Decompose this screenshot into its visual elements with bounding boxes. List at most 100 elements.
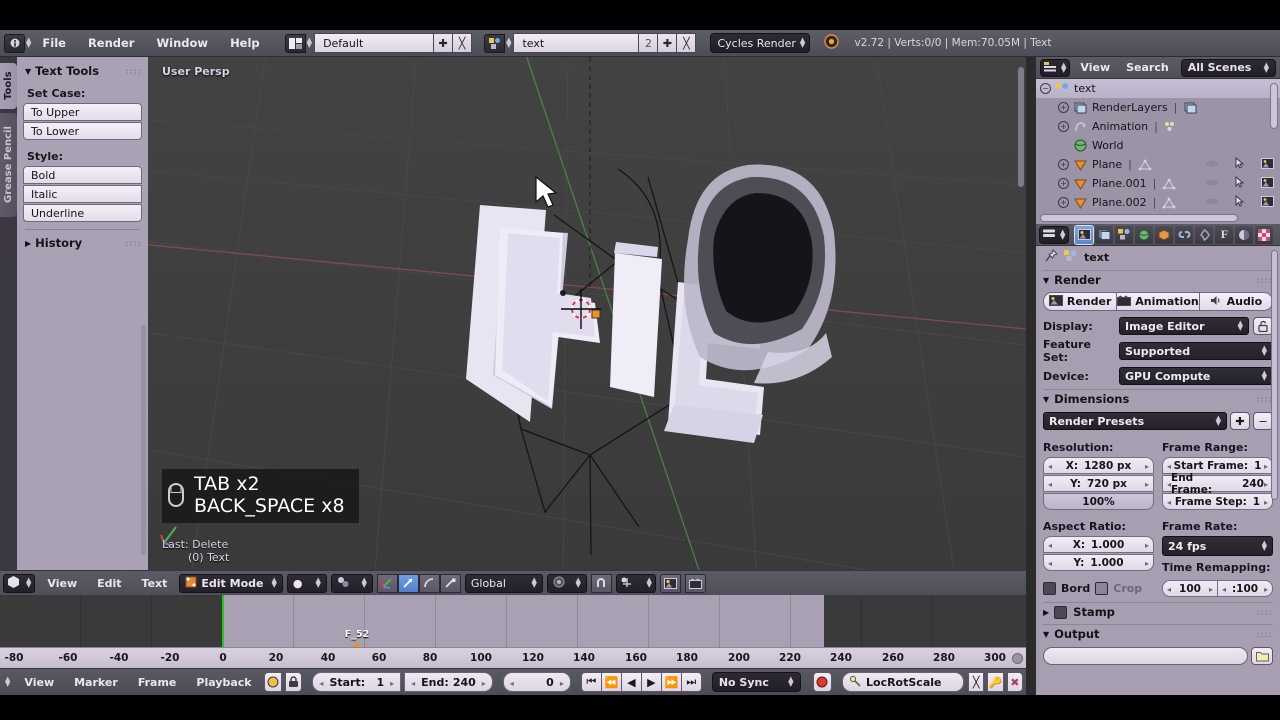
blender-menu-button[interactable]	[4, 33, 31, 53]
current-frame-field[interactable]: 0	[502, 672, 571, 692]
outliner-row-renderlayers[interactable]: + RenderLayers |	[1036, 98, 1280, 117]
jump-end-icon[interactable]: ⏭	[680, 672, 702, 692]
remove-preset-icon[interactable]: −	[1253, 412, 1273, 430]
render-button[interactable]: Render	[1043, 292, 1118, 311]
timeline-menu-playback[interactable]: Playback	[188, 676, 259, 689]
properties-editor[interactable]: F text ▼ Render ::::	[1036, 224, 1280, 695]
render-engine-selector[interactable]: Cycles Render	[710, 33, 811, 53]
display-value[interactable]: Image Editor	[1119, 317, 1249, 335]
outliner-row-world[interactable]: World	[1036, 136, 1280, 155]
scene-name[interactable]: text	[513, 33, 640, 53]
restrict-view-icon[interactable]	[1205, 158, 1219, 171]
viewport-menu-text[interactable]: Text	[134, 577, 176, 590]
time-remap-old-field[interactable]: 100	[1162, 580, 1218, 597]
material-icon[interactable]	[1235, 225, 1254, 244]
lock-icon[interactable]	[284, 672, 303, 692]
3d-viewport[interactable]: User Persp TAB x2 BACK_SPACE x8 Last: De…	[148, 57, 1026, 570]
to-upper-button[interactable]: To Upper	[23, 103, 142, 121]
to-lower-button[interactable]: To Lower	[23, 122, 142, 140]
expander-icon[interactable]: −	[1040, 83, 1051, 94]
font-data-icon[interactable]: F	[1215, 225, 1234, 244]
render-properties-icon[interactable]	[1074, 224, 1095, 245]
outliner-menu-view[interactable]: View	[1074, 61, 1116, 74]
properties-editor-type-icon[interactable]	[1039, 225, 1070, 244]
render-panel-header[interactable]: ▼ Render ::::	[1043, 270, 1273, 289]
unlink-icon[interactable]: ╳	[453, 33, 473, 53]
tools-scrollbar[interactable]	[141, 325, 146, 555]
mesh-data-icon[interactable]	[1162, 177, 1176, 191]
outliner-row-text[interactable]: − text	[1036, 79, 1280, 98]
restrict-view-icon[interactable]	[1205, 196, 1219, 209]
scene-users-count[interactable]: 2	[639, 33, 659, 53]
keyframes-icon[interactable]	[1164, 120, 1178, 134]
play-icon[interactable]: ▶	[640, 672, 662, 692]
history-panel-header[interactable]: ▶ History ::::	[23, 234, 142, 252]
object-properties-icon[interactable]	[1155, 225, 1174, 244]
output-panel-header[interactable]: ▼ Output ::::	[1043, 624, 1273, 643]
last-operator-panel[interactable]: Last: Delete (0) Text	[162, 538, 229, 564]
pin-icon[interactable]	[1044, 248, 1058, 266]
tab-tools[interactable]: Tools	[0, 63, 17, 109]
open-folder-icon[interactable]	[1251, 647, 1273, 665]
restrict-select-icon[interactable]	[1235, 156, 1245, 172]
menu-file[interactable]: File	[31, 34, 77, 53]
timeline-menu-marker[interactable]: Marker	[66, 676, 126, 689]
expander-icon[interactable]: +	[1058, 121, 1069, 132]
renderlayer-icon[interactable]	[1183, 101, 1197, 115]
animation-button[interactable]: Animation	[1117, 292, 1200, 311]
expander-icon[interactable]: +	[1058, 197, 1069, 208]
dimensions-panel-header[interactable]: ▼ Dimensions ::::	[1043, 389, 1273, 408]
render-image-icon[interactable]	[659, 573, 681, 593]
timeline-ruler[interactable]: -80 -60 -40 -20 0 20 40 60 80 100 120 14…	[0, 647, 1026, 668]
timeline-scroll-knob[interactable]	[1012, 653, 1023, 664]
proportional-edit-selector[interactable]	[546, 573, 587, 593]
italic-button[interactable]: Italic	[23, 185, 142, 203]
scene-properties-icon[interactable]	[1115, 225, 1134, 244]
audio-button[interactable]: Audio	[1199, 292, 1274, 311]
editor-type-selector[interactable]	[3, 573, 36, 593]
text-tools-panel-header[interactable]: ▼ Text Tools ::::	[23, 62, 142, 84]
stamp-panel-header[interactable]: ▶ Stamp ::::	[1043, 602, 1273, 621]
viewport-menu-view[interactable]: View	[39, 577, 85, 590]
mode-selector[interactable]: Edit Mode	[179, 573, 283, 593]
constraints-icon[interactable]	[1175, 225, 1194, 244]
feature-set-value[interactable]: Supported	[1119, 342, 1273, 360]
scene-selector[interactable]: text 2 ✚ ╳	[484, 33, 697, 53]
texture-icon[interactable]	[1255, 225, 1274, 244]
outliner-row-plane[interactable]: + Plane |	[1036, 155, 1280, 174]
restrict-select-icon[interactable]	[1235, 175, 1245, 191]
restrict-view-icon[interactable]	[1205, 177, 1219, 190]
aspect-y-field[interactable]: Y: 1.000	[1043, 554, 1154, 571]
delete-keying-icon[interactable]: ✖	[1006, 672, 1023, 692]
next-keyframe-icon[interactable]: ⏩	[660, 672, 682, 692]
restrict-render-icon[interactable]	[1261, 157, 1274, 172]
outliner-row-animation[interactable]: + Animation |	[1036, 117, 1280, 136]
render-animation-icon[interactable]	[684, 573, 706, 593]
crop-checkbox[interactable]	[1095, 582, 1109, 595]
keying-set-field[interactable]: LocRotScale	[842, 672, 965, 692]
outliner-scope-selector[interactable]: All Scenes	[1180, 58, 1276, 77]
shading-mode-selector[interactable]: ●	[286, 573, 327, 593]
outliner-vertical-scrollbar[interactable]	[1270, 83, 1278, 129]
stamp-checkbox[interactable]	[1054, 605, 1068, 619]
timeline-marker[interactable]: F_52	[345, 629, 369, 649]
transform-orientation-selector[interactable]: Global	[464, 573, 543, 593]
manipulator-toggle-icon[interactable]	[376, 573, 398, 593]
pivot-point-selector[interactable]	[330, 573, 373, 593]
translate-manipulator-icon[interactable]	[397, 573, 419, 593]
render-presets-selector[interactable]: Render Presets	[1043, 412, 1227, 430]
restrict-render-icon[interactable]	[1261, 176, 1274, 191]
timeline-editor[interactable]: F_52 -80 -60 -40 -20 0 20 40 60 80 100 1…	[0, 595, 1026, 668]
sync-mode-selector[interactable]: No Sync	[711, 672, 801, 692]
add-keying-icon[interactable]: 🔑	[987, 672, 1004, 692]
scale-manipulator-icon[interactable]	[439, 573, 461, 593]
screen-layout-selector[interactable]: Default ✚ ╳	[284, 33, 473, 53]
add-icon[interactable]: ✚	[434, 33, 454, 53]
add-preset-icon[interactable]: ✚	[1230, 412, 1250, 430]
aspect-x-field[interactable]: X: 1.000	[1043, 536, 1154, 553]
remove-keying-icon[interactable]: ╳	[968, 672, 985, 692]
expander-icon[interactable]: +	[1058, 178, 1069, 189]
frame-step-field[interactable]: Frame Step: 1	[1162, 493, 1273, 510]
restrict-select-icon[interactable]	[1235, 194, 1245, 210]
timeline-editor-type-icon[interactable]	[5, 677, 10, 687]
